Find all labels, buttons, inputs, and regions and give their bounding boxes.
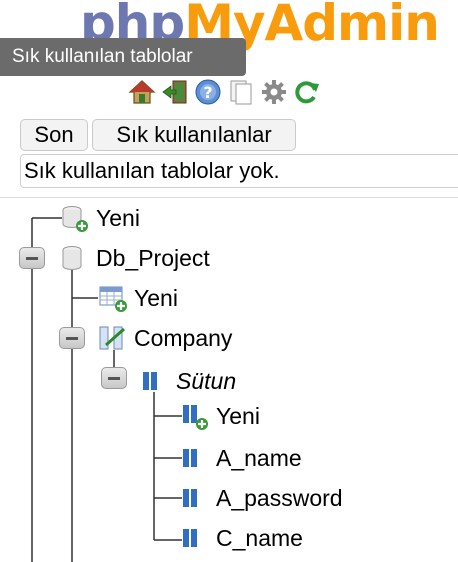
columns-group-label: Sütun [176, 367, 237, 394]
tree-item-new-table[interactable]: Yeni [98, 283, 178, 313]
tree-label: Yeni [96, 204, 140, 231]
column-icon [180, 523, 210, 553]
favorite-tables-button[interactable]: Sık kullanılanlar [92, 119, 296, 151]
tree-item-new-column[interactable]: Yeni [180, 401, 260, 431]
tree-item-column[interactable]: A_password [180, 483, 343, 513]
database-icon [60, 243, 90, 273]
column-name: C_name [216, 524, 303, 551]
collapse-db-toggle[interactable] [19, 247, 45, 269]
new-column-icon [180, 401, 210, 431]
reload-icon[interactable] [293, 78, 321, 106]
home-icon[interactable] [128, 78, 156, 106]
settings-icon[interactable] [260, 78, 288, 106]
new-table-icon [98, 283, 128, 313]
svg-text:?: ? [203, 83, 212, 102]
recent-tables-button[interactable]: Son [20, 119, 88, 151]
tree-item-new-database[interactable]: Yeni [60, 203, 140, 233]
tree-label: Yeni [216, 402, 260, 429]
collapse-table-toggle[interactable] [59, 327, 85, 349]
tree-item-column[interactable]: C_name [180, 523, 303, 553]
favorite-tables-list: Sık kullanılan tablolar yok. [20, 154, 458, 188]
table-name: Company [134, 324, 233, 351]
logout-icon[interactable] [161, 78, 189, 106]
column-name: A_name [216, 444, 302, 471]
tree-item-columns-group[interactable]: Sütun [140, 366, 236, 396]
database-name: Db_Project [96, 244, 210, 271]
divider [0, 197, 458, 198]
help-icon[interactable]: ? [194, 78, 222, 106]
tree-item-database[interactable]: Db_Project [60, 243, 210, 273]
navigation-toolbar: ? [128, 78, 321, 106]
column-icon [180, 483, 210, 513]
tree-label: Yeni [134, 284, 178, 311]
column-name: A_password [216, 484, 343, 511]
new-database-icon [60, 203, 90, 233]
columns-icon [140, 366, 170, 396]
column-icon [180, 443, 210, 473]
docs-icon[interactable] [227, 78, 255, 106]
table-structure-icon [98, 323, 128, 353]
tree-item-column[interactable]: A_name [180, 443, 302, 473]
collapse-columns-toggle[interactable] [101, 367, 127, 389]
tree-item-table[interactable]: Company [98, 323, 232, 353]
tooltip: Sık kullanılan tablolar [0, 38, 246, 76]
